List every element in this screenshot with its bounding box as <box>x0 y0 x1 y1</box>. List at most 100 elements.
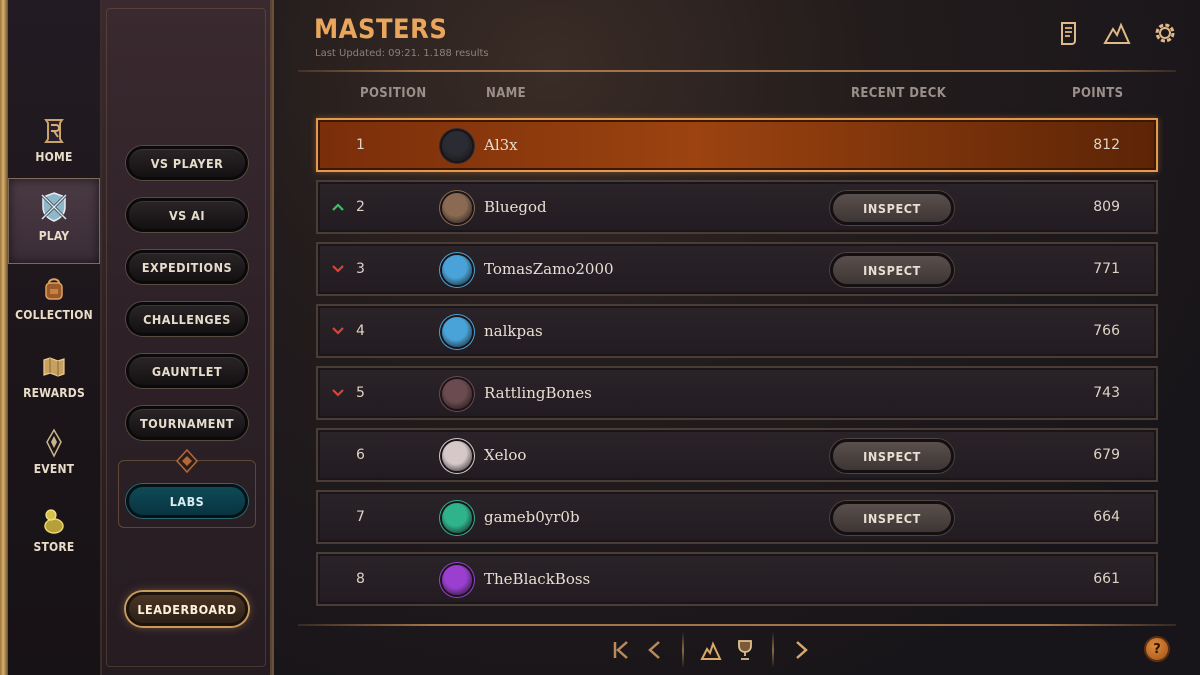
inspect-deck-button[interactable]: INSPECT <box>830 191 954 225</box>
player-avatar <box>442 193 472 223</box>
backpack-icon <box>45 278 63 300</box>
player-points: 809 <box>1093 199 1120 215</box>
leaderboard-panel: MASTERS Last Updated: 09:21. 1.188 resul… <box>272 0 1200 675</box>
rank-up-icon <box>332 203 344 211</box>
labs-button[interactable]: LABS <box>126 484 248 518</box>
column-header-recent-deck: RECENT DECK <box>851 86 947 101</box>
nav-label-collection: COLLECTION <box>15 308 93 322</box>
pager-divider <box>772 632 774 668</box>
player-points: 664 <box>1093 509 1120 525</box>
player-name: TheBlackBoss <box>484 570 591 588</box>
last-updated-text: Last Updated: 09:21. 1.188 results <box>315 48 489 59</box>
header-divider <box>298 70 1176 72</box>
page-title: MASTERS <box>314 14 448 45</box>
column-header-points: POINTS <box>1072 86 1124 101</box>
rank-down-icon <box>332 327 344 335</box>
trophy-icon[interactable] <box>728 633 762 667</box>
player-name: RattlingBones <box>484 384 592 402</box>
footer-divider <box>298 624 1176 626</box>
deck-list-icon[interactable] <box>1054 18 1084 48</box>
table-row[interactable]: 8 TheBlackBoss 661 <box>316 552 1158 606</box>
player-name: TomasZamo2000 <box>484 260 614 278</box>
first-page-icon[interactable] <box>604 633 638 667</box>
region-filter-icon[interactable] <box>694 633 728 667</box>
player-name: Bluegod <box>484 198 547 216</box>
main-nav: HOME PLAY COLLECTION REWARDS EVENT STORE <box>0 0 102 675</box>
inspect-deck-button[interactable]: INSPECT <box>830 253 954 287</box>
player-points: 661 <box>1093 571 1120 587</box>
row-position: 7 <box>356 509 365 525</box>
table-row[interactable]: 4 nalkpas 766 <box>316 304 1158 358</box>
nav-item-rewards[interactable]: REWARDS <box>10 344 98 422</box>
coin-pouch-icon <box>44 509 64 534</box>
frame-gold-edge <box>0 0 8 675</box>
nav-label-play: PLAY <box>38 229 70 243</box>
player-name: gameb0yr0b <box>484 508 580 526</box>
pager-divider <box>682 632 684 668</box>
row-position: 3 <box>356 261 365 277</box>
next-page-icon[interactable] <box>784 633 818 667</box>
player-points: 771 <box>1093 261 1120 277</box>
player-name: nalkpas <box>484 322 543 340</box>
toolbar <box>1054 18 1180 48</box>
challenges-button[interactable]: CHALLENGES <box>126 302 248 336</box>
row-position: 1 <box>356 137 365 153</box>
scroll-map-icon <box>43 357 65 377</box>
column-header-position: POSITION <box>360 86 427 101</box>
table-row[interactable]: 6 Xeloo INSPECT 679 <box>316 428 1158 482</box>
nav-label-event: EVENT <box>33 462 75 476</box>
row-position: 4 <box>356 323 365 339</box>
player-points: 743 <box>1093 385 1120 401</box>
expeditions-button[interactable]: EXPEDITIONS <box>126 250 248 284</box>
table-row[interactable]: 5 RattlingBones 743 <box>316 366 1158 420</box>
event-crest-icon <box>46 428 62 458</box>
vs-player-button[interactable]: VS PLAYER <box>126 146 248 180</box>
player-name: Al3x <box>484 136 518 154</box>
player-avatar <box>442 503 472 533</box>
row-position: 5 <box>356 385 365 401</box>
row-position: 8 <box>356 571 365 587</box>
player-avatar <box>442 441 472 471</box>
previous-page-icon[interactable] <box>638 633 672 667</box>
nav-item-home[interactable]: HOME <box>10 108 98 186</box>
rank-down-icon <box>332 265 344 273</box>
tournament-button[interactable]: TOURNAMENT <box>126 406 248 440</box>
runeterra-logo-icon <box>44 119 64 143</box>
play-submenu: VS PLAYER VS AI EXPEDITIONS CHALLENGES G… <box>102 0 272 675</box>
crossed-swords-shield-icon <box>40 192 68 222</box>
mountain-region-icon[interactable] <box>1102 18 1132 48</box>
player-name: Xeloo <box>484 446 527 464</box>
table-row[interactable]: 3 TomasZamo2000 INSPECT 771 <box>316 242 1158 296</box>
player-avatar <box>442 317 472 347</box>
table-row[interactable]: 1 Al3x 812 <box>316 118 1158 172</box>
help-button[interactable]: ? <box>1144 636 1170 662</box>
nav-item-collection[interactable]: COLLECTION <box>10 266 98 344</box>
table-row[interactable]: 7 gameb0yr0b INSPECT 664 <box>316 490 1158 544</box>
player-points: 766 <box>1093 323 1120 339</box>
nav-item-play[interactable]: PLAY <box>8 178 100 264</box>
gauntlet-button[interactable]: GAUNTLET <box>126 354 248 388</box>
player-avatar <box>442 255 472 285</box>
row-position: 6 <box>356 447 365 463</box>
rank-down-icon <box>332 389 344 397</box>
settings-gear-icon[interactable] <box>1150 18 1180 48</box>
nav-item-store[interactable]: STORE <box>10 498 98 576</box>
nav-label-rewards: REWARDS <box>23 386 85 400</box>
inspect-deck-button[interactable]: INSPECT <box>830 439 954 473</box>
player-avatar <box>442 565 472 595</box>
nav-item-event[interactable]: EVENT <box>10 420 98 498</box>
player-points: 679 <box>1093 447 1120 463</box>
pagination <box>604 632 818 668</box>
player-avatar <box>442 131 472 161</box>
table-row[interactable]: 2 Bluegod INSPECT 809 <box>316 180 1158 234</box>
inspect-deck-button[interactable]: INSPECT <box>830 501 954 535</box>
nav-label-store: STORE <box>33 540 75 554</box>
vs-ai-button[interactable]: VS AI <box>126 198 248 232</box>
player-points: 812 <box>1093 137 1120 153</box>
submenu-frame <box>106 8 266 667</box>
labs-emblem-icon <box>175 448 199 474</box>
nav-label-home: HOME <box>35 150 73 164</box>
leaderboard-button[interactable]: LEADERBOARD <box>126 592 248 626</box>
player-avatar <box>442 379 472 409</box>
column-header-name: NAME <box>486 86 527 101</box>
